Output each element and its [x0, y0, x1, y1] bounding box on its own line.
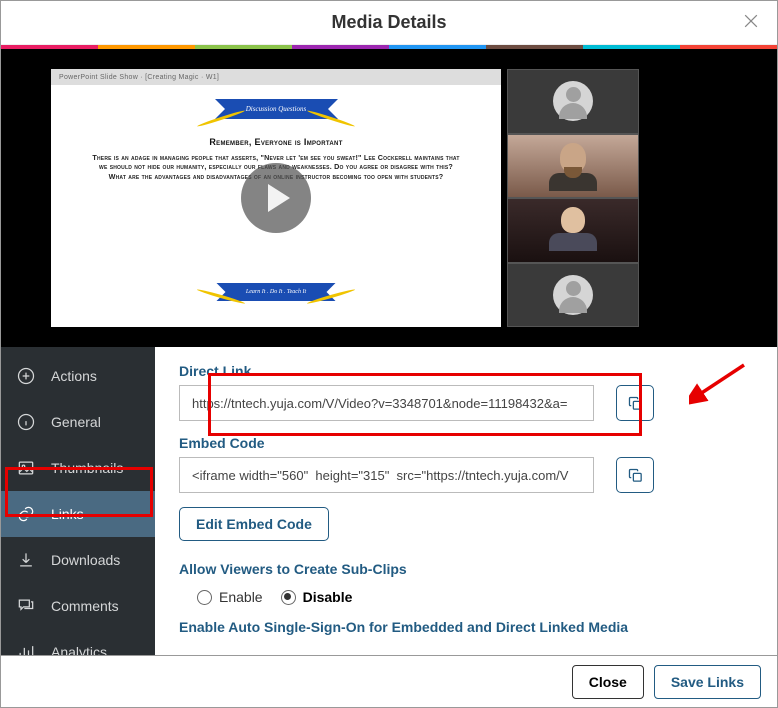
sidebar-item-label: General [51, 414, 101, 430]
sidebar-item-links[interactable]: Links [1, 491, 155, 537]
avatar-icon [553, 275, 593, 315]
embed-code-input[interactable] [179, 457, 594, 493]
embed-code-label: Embed Code [179, 435, 753, 451]
main-row: Actions General Thumbnails Links Downloa… [1, 347, 777, 657]
direct-link-input[interactable] [179, 385, 594, 421]
webcam-tile-person2 [507, 198, 639, 263]
webcam-column [507, 69, 639, 327]
sidebar-item-label: Thumbnails [51, 460, 123, 476]
direct-link-label: Direct Link [179, 363, 753, 379]
copy-direct-link-button[interactable] [616, 385, 654, 421]
subclips-radio-group: Enable Disable [179, 583, 753, 619]
edit-embed-code-button[interactable]: Edit Embed Code [179, 507, 329, 541]
sidebar-item-downloads[interactable]: Downloads [1, 537, 155, 583]
sidebar-item-label: Comments [51, 598, 119, 614]
plus-circle-icon [15, 365, 37, 387]
link-icon [15, 503, 37, 525]
slide-titlebar: PowerPoint Slide Show · [Creating Magic … [51, 69, 501, 85]
avatar-icon [553, 81, 593, 121]
close-icon[interactable] [741, 11, 761, 36]
copy-icon [627, 395, 644, 412]
save-links-button[interactable]: Save Links [654, 665, 761, 699]
sso-label: Enable Auto Single-Sign-On for Embedded … [179, 619, 753, 635]
modal-header: Media Details [1, 1, 777, 45]
webcam-tile-avatar [507, 69, 639, 134]
sidebar-item-actions[interactable]: Actions [1, 353, 155, 399]
slide-panel: PowerPoint Slide Show · [Creating Magic … [51, 69, 501, 327]
links-panel: Direct Link Embed Code Edit Embed Code A… [155, 347, 777, 657]
copy-embed-code-button[interactable] [616, 457, 654, 493]
subclips-label: Allow Viewers to Create Sub-Clips [179, 561, 753, 577]
webcam-tile-avatar [507, 263, 639, 328]
comments-icon [15, 595, 37, 617]
slide-heading: Remember, Everyone is Important [91, 137, 461, 147]
copy-icon [627, 467, 644, 484]
image-icon [15, 457, 37, 479]
sidebar-item-general[interactable]: General [1, 399, 155, 445]
close-button[interactable]: Close [572, 665, 644, 699]
sidebar-item-comments[interactable]: Comments [1, 583, 155, 629]
webcam-tile-person1 [507, 134, 639, 199]
subclips-disable-radio[interactable]: Disable [281, 589, 353, 605]
sidebar-item-label: Downloads [51, 552, 120, 568]
sidebar-item-label: Actions [51, 368, 97, 384]
modal-footer: Close Save Links [1, 655, 777, 707]
media-details-modal: Media Details PowerPoint Slide Show · [C… [0, 0, 778, 708]
sidebar: Actions General Thumbnails Links Downloa… [1, 347, 155, 657]
download-icon [15, 549, 37, 571]
play-icon[interactable] [241, 163, 311, 233]
sidebar-item-thumbnails[interactable]: Thumbnails [1, 445, 155, 491]
sidebar-item-label: Links [51, 506, 84, 522]
subclips-enable-radio[interactable]: Enable [197, 589, 263, 605]
modal-title: Media Details [331, 12, 446, 33]
video-preview: PowerPoint Slide Show · [Creating Magic … [1, 49, 777, 347]
slide-ribbon-top: Discussion Questions [229, 99, 324, 119]
decoration-swoosh-top [196, 117, 356, 133]
decoration-swoosh-bottom [196, 295, 356, 309]
info-circle-icon [15, 411, 37, 433]
